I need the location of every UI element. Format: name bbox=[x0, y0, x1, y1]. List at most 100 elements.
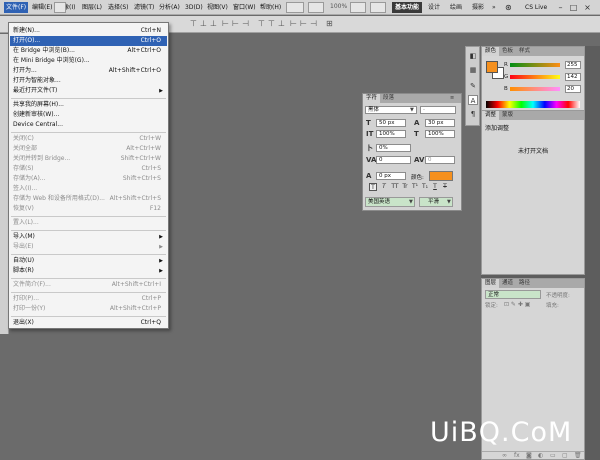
menu-item-close-goto-bridge[interactable]: 关闭并转到 Bridge... Shift+Ctrl+W bbox=[10, 154, 167, 164]
workspace-more[interactable]: » bbox=[492, 2, 496, 13]
underline-button[interactable]: T bbox=[431, 183, 439, 191]
strikethrough-button[interactable]: T bbox=[441, 183, 449, 191]
restore-icon[interactable]: □ bbox=[568, 2, 579, 13]
brush-icon[interactable]: ✎ bbox=[468, 81, 478, 91]
fx-icon[interactable]: fx bbox=[514, 452, 520, 459]
foreground-color-swatch[interactable] bbox=[486, 61, 498, 73]
panel-menu-icon[interactable]: ≡ bbox=[447, 94, 457, 103]
menu-item-share-screen[interactable]: 共享我的屏幕(H)... bbox=[10, 100, 167, 110]
workspace-painting[interactable]: 绘画 bbox=[450, 2, 462, 13]
leading-field[interactable]: 30 px bbox=[425, 119, 455, 127]
baseline-shift-field[interactable]: 0 px bbox=[376, 172, 406, 180]
menu-item-open-smart-object[interactable]: 打开为智能对象... bbox=[10, 76, 167, 86]
text-color-swatch[interactable] bbox=[429, 171, 453, 181]
green-slider[interactable] bbox=[510, 75, 560, 79]
tab-paragraph[interactable]: 段落 bbox=[380, 94, 397, 103]
menu-item-file-info[interactable]: 文件简介(F)... Alt+Shift+Ctrl+I bbox=[10, 280, 167, 290]
kerning-field[interactable]: 0 bbox=[376, 156, 411, 164]
lock-icons[interactable]: ⊡ ✎ ✚ ▣ bbox=[504, 301, 530, 308]
menu-item-check-in[interactable]: 签入(I)... bbox=[10, 184, 167, 194]
vertical-scale-field[interactable]: 100% bbox=[376, 130, 406, 138]
menu-item-open[interactable]: 打开(O)... Ctrl+O bbox=[10, 36, 167, 46]
subscript-button[interactable]: T₁ bbox=[421, 183, 429, 191]
character-panel-icon[interactable]: A bbox=[468, 95, 478, 105]
menu-item-browse-mini-bridge[interactable]: 在 Mini Bridge 中浏览(G)... bbox=[10, 56, 167, 66]
blue-value[interactable]: 20 bbox=[565, 85, 581, 93]
tab-character[interactable]: 字符 bbox=[363, 94, 381, 103]
menu-item-close[interactable]: 关闭(C) Ctrl+W bbox=[10, 134, 167, 144]
menu-item-print[interactable]: 打印(P)... Ctrl+P bbox=[10, 294, 167, 304]
tab-paths[interactable]: 路径 bbox=[516, 279, 533, 288]
tab-channels[interactable]: 通道 bbox=[499, 279, 516, 288]
actions-icon[interactable]: ▦ bbox=[468, 65, 478, 75]
faux-italic-button[interactable]: T bbox=[380, 183, 388, 191]
adjustment-icon[interactable]: ◐ bbox=[538, 452, 543, 459]
menu-3d[interactable]: 3D(D) bbox=[183, 2, 205, 13]
tab-masks[interactable]: 蒙版 bbox=[499, 111, 516, 120]
tab-adjustments[interactable]: 调整 bbox=[482, 111, 500, 120]
red-slider[interactable] bbox=[510, 63, 560, 67]
small-caps-button[interactable]: Tr bbox=[401, 183, 409, 191]
close-icon[interactable]: × bbox=[582, 2, 593, 13]
menu-item-browse-bridge[interactable]: 在 Bridge 中浏览(B)... Alt+Ctrl+O bbox=[10, 46, 167, 56]
menu-item-close-all[interactable]: 关闭全部 Alt+Ctrl+W bbox=[10, 144, 167, 154]
trash-icon[interactable]: 🗑 bbox=[574, 452, 582, 459]
opacity-label[interactable]: 不透明度: bbox=[546, 291, 570, 299]
language-select[interactable]: 美国英语 bbox=[365, 197, 415, 207]
history-icon[interactable]: ◧ bbox=[468, 51, 478, 61]
menu-item-save-as[interactable]: 存储为(A)... Shift+Ctrl+S bbox=[10, 174, 167, 184]
blend-mode-select[interactable]: 正常 bbox=[485, 290, 541, 299]
green-value[interactable]: 142 bbox=[565, 73, 581, 81]
minimize-icon[interactable]: – bbox=[555, 2, 566, 13]
menu-item-export[interactable]: 导出(E) ▶ bbox=[10, 242, 167, 252]
paragraph-panel-icon[interactable]: ¶ bbox=[468, 109, 478, 119]
menu-item-automate[interactable]: 自动(U) ▶ bbox=[10, 256, 167, 266]
distribute-bottom-icon[interactable]: ⊥ bbox=[278, 19, 285, 29]
menu-filter[interactable]: 滤镜(T) bbox=[132, 2, 156, 13]
font-size-field[interactable]: 50 px bbox=[376, 119, 406, 127]
fill-label[interactable]: 填充: bbox=[546, 301, 559, 309]
menu-view[interactable]: 视图(V) bbox=[205, 2, 230, 13]
bridge-button[interactable] bbox=[54, 2, 66, 13]
distribute-vcenter-icon[interactable]: ⊤ bbox=[268, 19, 275, 29]
globe-icon[interactable]: ⊛ bbox=[505, 2, 512, 13]
menu-edit[interactable]: 编辑(E) bbox=[30, 2, 54, 13]
align-right-icon[interactable]: ⊣ bbox=[242, 19, 249, 29]
superscript-button[interactable]: T¹ bbox=[411, 183, 419, 191]
tab-color[interactable]: 颜色 bbox=[482, 47, 500, 56]
distribute-hcenter-icon[interactable]: ⊢ bbox=[300, 19, 307, 29]
menu-item-new[interactable]: 新建(N)... Ctrl+N bbox=[10, 26, 167, 36]
tab-styles[interactable]: 样式 bbox=[516, 47, 533, 56]
faux-bold-button[interactable]: T bbox=[369, 183, 377, 191]
blue-slider[interactable] bbox=[510, 87, 560, 91]
horizontal-scale-field[interactable]: 100% bbox=[425, 130, 455, 138]
screen-mode-button[interactable] bbox=[370, 2, 386, 13]
workspace-photography[interactable]: 摄影 bbox=[472, 2, 484, 13]
menu-item-import[interactable]: 导入(M) ▶ bbox=[10, 232, 167, 242]
kerning-percent-field[interactable]: 0% bbox=[376, 144, 411, 152]
align-left-icon[interactable]: ⊢ bbox=[222, 19, 229, 29]
arrange-docs-button[interactable] bbox=[350, 2, 366, 13]
workspace-essentials[interactable]: 基本功能 bbox=[392, 2, 422, 13]
menu-item-print-one-copy[interactable]: 打印一份(Y) Alt+Shift+Ctrl+P bbox=[10, 304, 167, 314]
red-value[interactable]: 255 bbox=[565, 61, 581, 69]
link-icon[interactable]: ∞ bbox=[502, 452, 507, 459]
align-top-icon[interactable]: ⊤ bbox=[190, 19, 197, 29]
menu-item-revert[interactable]: 恢复(V) F12 bbox=[10, 204, 167, 214]
tab-swatches[interactable]: 色板 bbox=[499, 47, 516, 56]
menu-help[interactable]: 帮助(H) bbox=[258, 2, 283, 13]
align-hcenter-icon[interactable]: ⊢ bbox=[232, 19, 239, 29]
menu-item-recent-files[interactable]: 最近打开文件(T) ▶ bbox=[10, 86, 167, 96]
menu-analysis[interactable]: 分析(A) bbox=[157, 2, 182, 13]
menu-item-place[interactable]: 置入(L)... bbox=[10, 218, 167, 228]
zoom-level[interactable]: 100% bbox=[330, 3, 347, 10]
auto-align-icon[interactable]: ⊞ bbox=[326, 19, 333, 29]
menu-item-save-for-web[interactable]: 存储为 Web 和设备所用格式(D)... Alt+Shift+Ctrl+S bbox=[10, 194, 167, 204]
font-style-select[interactable]: - bbox=[420, 106, 456, 114]
color-spectrum-bar[interactable] bbox=[486, 101, 580, 108]
menu-item-create-review[interactable]: 创建新审核(W)... bbox=[10, 110, 167, 120]
menu-window[interactable]: 窗口(W) bbox=[231, 2, 258, 13]
all-caps-button[interactable]: TT bbox=[391, 183, 399, 191]
menu-item-exit[interactable]: 退出(X) Ctrl+Q bbox=[10, 318, 167, 328]
menu-item-scripts[interactable]: 脚本(R) ▶ bbox=[10, 266, 167, 276]
